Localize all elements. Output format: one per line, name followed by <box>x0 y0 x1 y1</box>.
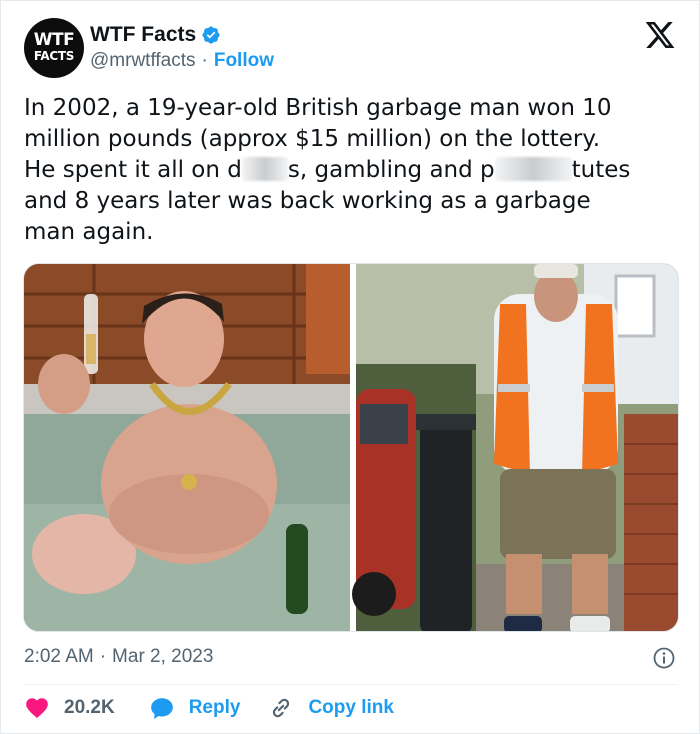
timestamp-separator: · <box>99 646 107 667</box>
author-handle[interactable]: @mrwtffacts <box>90 50 196 72</box>
tweet-fragment: tutes <box>571 157 631 183</box>
avatar[interactable]: WTF FACTS <box>24 18 84 78</box>
tweet-fragment: He spent it all on d <box>24 157 242 183</box>
tweet-fragment: s, gambling and p <box>287 157 495 183</box>
like-count: 20.2K <box>64 697 115 718</box>
tweet-card: WTF FACTS WTF Facts @mrwtffacts · Follow… <box>0 0 700 734</box>
censored-word-blur <box>494 157 572 181</box>
tweet-text: In 2002, a 19-year-old British garbage m… <box>24 93 684 248</box>
speech-bubble-icon <box>150 698 173 719</box>
photo-left-hot-tub[interactable] <box>24 264 350 632</box>
tweet-line: In 2002, a 19-year-old British garbage m… <box>24 95 612 121</box>
tweet-media[interactable] <box>23 263 679 632</box>
tweet-date: Mar 2, 2023 <box>112 646 214 667</box>
like-button[interactable]: 20.2K <box>24 695 115 721</box>
follow-button[interactable]: Follow <box>214 50 274 72</box>
photo-right-street[interactable] <box>352 264 679 632</box>
tweet-line: and 8 years later was back working as a … <box>24 188 591 214</box>
reply-label: Reply <box>188 697 241 718</box>
copy-link-button[interactable]: Copy link <box>268 695 394 721</box>
tweet-time: 2:02 AM <box>24 646 94 667</box>
x-logo-icon[interactable] <box>643 19 677 51</box>
author-name-row: WTF Facts <box>90 22 221 48</box>
tweet-line: He spent it all on d s, gambling and p tut… <box>24 155 684 186</box>
heart-icon <box>26 698 48 719</box>
avatar-text-top: WTF <box>33 30 75 50</box>
author-name[interactable]: WTF Facts <box>90 23 196 47</box>
handle-row: @mrwtffacts · Follow <box>90 49 274 73</box>
info-icon[interactable] <box>652 646 676 670</box>
tweet-timestamp[interactable]: 2:02 AM · Mar 2, 2023 <box>24 643 213 671</box>
verified-badge-icon <box>202 26 220 44</box>
avatar-text-bottom: FACTS <box>33 49 75 63</box>
tweet-line: man again. <box>24 219 154 245</box>
link-icon <box>273 698 290 718</box>
media-collage <box>24 264 679 632</box>
action-bar: 20.2K Reply Copy link <box>24 694 394 722</box>
copy-link-label: Copy link <box>308 697 394 718</box>
censored-word-blur <box>241 157 288 181</box>
tweet-line: million pounds (approx $15 million) on t… <box>24 126 601 152</box>
divider <box>24 684 678 685</box>
reply-button[interactable]: Reply <box>149 695 241 721</box>
handle-separator: · <box>201 50 208 71</box>
